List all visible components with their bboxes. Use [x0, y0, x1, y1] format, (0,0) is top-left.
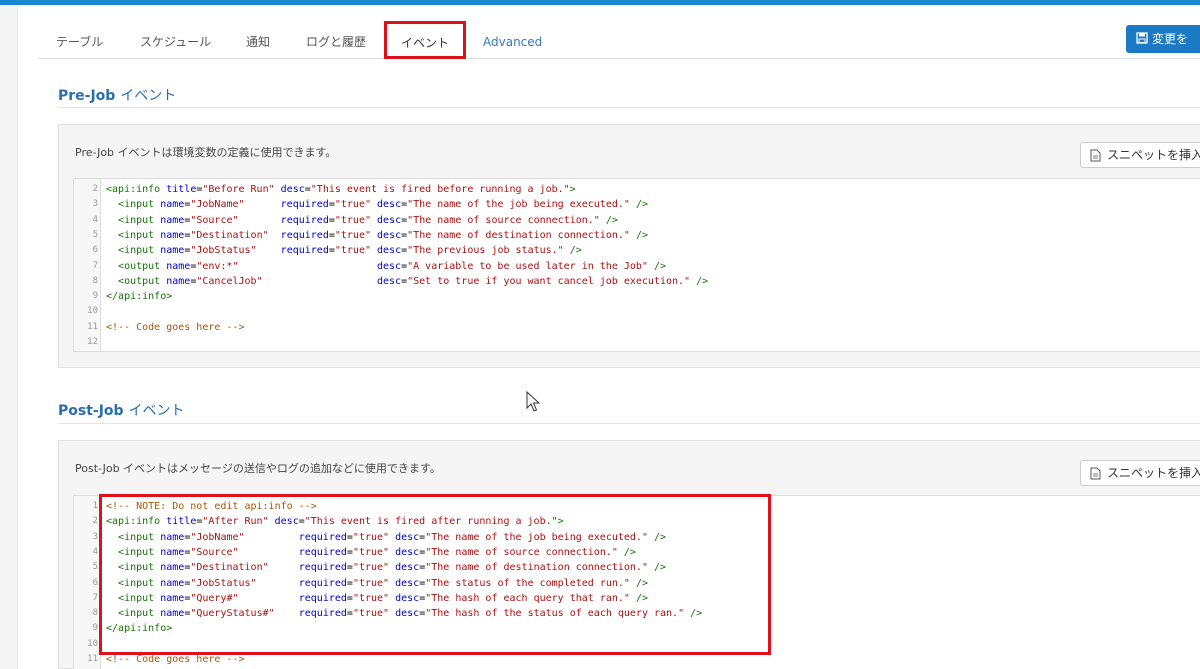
code-text: <output name="env:*" desc="A variable to… — [118, 260, 667, 272]
code-text: <api:info title="Before Run" desc="This … — [106, 184, 576, 195]
tab-notifications[interactable]: 通知 — [246, 22, 270, 59]
tab-bar: テーブル スケジュール 通知 ログと履歴 イベント Advanced — [38, 22, 1200, 60]
line-number: 5 — [92, 229, 98, 240]
tab-tables[interactable]: テーブル — [56, 22, 103, 59]
postjob-code-editor[interactable]: 1 <!-- NOTE: Do not edit api:info --> 2 <ap… — [73, 495, 1200, 669]
postjob-title-jp: イベント — [128, 403, 185, 419]
postjob-title-en: Post-Job — [58, 403, 124, 419]
code-text: <input name="Source" required="true" des… — [118, 546, 636, 558]
prejob-section-title: Pre-Job イベント — [58, 85, 176, 105]
line-number: 5 — [92, 562, 98, 573]
code-text: <input name="QueryStatus#" required="tru… — [118, 608, 703, 620]
line-number: 4 — [92, 214, 98, 225]
line-number: 12 — [87, 337, 98, 347]
document-icon — [1090, 467, 1101, 480]
code-text: </api:info> — [106, 291, 173, 303]
prejob-insert-snippet-button[interactable]: スニペットを挿入 — [1080, 142, 1200, 168]
code-text: <input name="Query#" required="true" des… — [118, 592, 648, 604]
code-text: <!-- NOTE: Do not edit api:info --> — [106, 501, 317, 512]
mouse-pointer-icon — [526, 391, 540, 412]
save-button-label: 変更を — [1152, 32, 1189, 46]
line-number: 2 — [92, 184, 98, 194]
postjob-panel: Post-Job イベントはメッセージの送信やログの追加などに使用できます。 ス… — [58, 440, 1200, 669]
postjob-section-title: Post-Job イベント — [58, 400, 184, 420]
top-accent-bar — [0, 0, 1200, 5]
line-number: 8 — [92, 275, 98, 286]
line-number: 3 — [92, 199, 98, 210]
prejob-title-en: Pre-Job — [58, 88, 116, 104]
tab-events[interactable]: イベント — [386, 22, 465, 60]
prejob-panel: Pre-Job イベントは環境変数の定義に使用できます。 スニペットを挿入 2 <… — [58, 124, 1200, 368]
document-icon — [1090, 149, 1101, 162]
line-number: 10 — [87, 306, 98, 317]
line-number: 7 — [92, 260, 98, 271]
code-text: <input name="Source" required="true" des… — [118, 214, 618, 226]
line-number: 7 — [92, 592, 98, 603]
code-text: <input name="Destination" required="true… — [118, 562, 667, 574]
prejob-snippet-label: スニペットを挿入 — [1107, 148, 1200, 162]
line-number: 9 — [92, 291, 98, 302]
line-number: 11 — [87, 321, 98, 332]
line-number: 6 — [92, 577, 98, 588]
code-text: </api:info> — [106, 623, 173, 635]
postjob-snippet-label: スニペットを挿入 — [1107, 466, 1200, 480]
line-number: 10 — [87, 638, 98, 649]
code-text: <!-- Code goes here --> — [106, 321, 245, 333]
line-number: 3 — [92, 531, 98, 542]
postjob-insert-snippet-button[interactable]: スニペットを挿入 — [1080, 460, 1200, 486]
code-text: <api:info title="After Run" desc="This e… — [106, 516, 564, 528]
line-number: 1 — [92, 501, 98, 511]
line-number: 9 — [92, 623, 98, 634]
postjob-title-divider — [58, 423, 1200, 424]
code-text: <input name="JobName" required="true" de… — [118, 199, 648, 211]
line-number: 6 — [92, 245, 98, 256]
prejob-code-editor[interactable]: 2 <api:info title="Before Run" desc="This… — [73, 178, 1200, 352]
prejob-title-jp: イベント — [120, 88, 177, 104]
floppy-disk-icon — [1136, 32, 1148, 44]
tab-logs-history[interactable]: ログと履歴 — [306, 22, 366, 59]
prejob-description: Pre-Job イベントは環境変数の定義に使用できます。 — [75, 146, 337, 159]
postjob-description: Post-Job イベントはメッセージの送信やログの追加などに使用できます。 — [75, 462, 441, 475]
code-text: <!-- Code goes here --> — [106, 654, 245, 665]
save-changes-button[interactable]: 変更を — [1126, 25, 1200, 53]
code-text: <input name="JobStatus" required="true" … — [118, 245, 582, 257]
line-number: 8 — [92, 608, 98, 619]
code-text: <input name="Destination" required="true… — [118, 229, 648, 241]
code-text: <input name="JobStatus" required="true" … — [118, 577, 648, 589]
left-sidebar-strip — [0, 5, 18, 669]
code-text: <input name="JobName" required="true" de… — [118, 531, 667, 543]
line-number: 2 — [92, 516, 98, 527]
prejob-title-divider — [58, 107, 1200, 108]
line-number: 11 — [87, 654, 98, 664]
tab-schedule[interactable]: スケジュール — [140, 22, 211, 59]
tab-advanced[interactable]: Advanced — [483, 22, 542, 59]
line-number: 4 — [92, 546, 98, 557]
code-text: <output name="CancelJob" desc="Set to tr… — [118, 275, 709, 287]
